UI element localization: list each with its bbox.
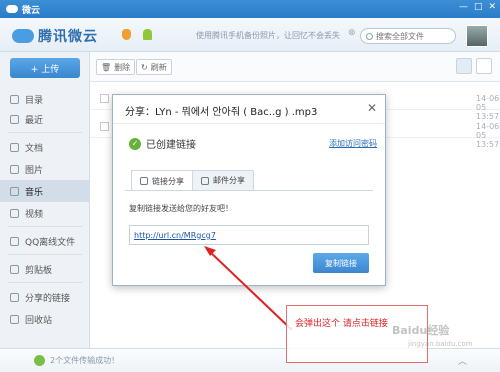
sidebar-item-recent[interactable]: 最近 xyxy=(0,108,90,130)
sidebar-item-documents[interactable]: 文档 xyxy=(0,136,90,158)
upload-button[interactable]: + 上传 xyxy=(10,58,80,78)
toolbar: 🗑 删除 ↻ 刷新 xyxy=(90,52,500,82)
watermark: Baidu经验 xyxy=(392,324,450,337)
sidebar-item-directory[interactable]: 目录 xyxy=(0,88,90,110)
instruction-text: 复制链接发送给您的好友吧！ xyxy=(129,204,233,213)
sidebar-item-video[interactable]: 视频 xyxy=(0,202,90,224)
clipboard-icon xyxy=(10,264,19,274)
minimize-button[interactable]: — xyxy=(459,2,468,12)
sidebar-item-shared-links[interactable]: 分享的链接 xyxy=(0,286,90,308)
maximize-button[interactable]: □ xyxy=(474,2,483,12)
share-link[interactable]: http://url.cn/MRgcg7 xyxy=(134,231,216,240)
recycle-bin-icon xyxy=(10,314,19,324)
apple-icon[interactable] xyxy=(122,29,131,40)
success-icon xyxy=(34,355,45,366)
link-icon xyxy=(140,177,148,185)
promo-close-icon[interactable]: ⊗ xyxy=(348,28,356,38)
collapse-icon[interactable]: ︿ xyxy=(458,354,467,367)
divider xyxy=(8,282,82,283)
qq-offline-icon xyxy=(10,236,19,246)
row-checkbox[interactable] xyxy=(100,94,109,103)
search-box[interactable] xyxy=(360,28,456,44)
share-link-icon xyxy=(10,292,19,302)
sidebar: + 上传 目录 最近 文档 图片 音乐 视频 QQ离线文件 剪贴板 分享的链接 … xyxy=(0,52,90,352)
add-password-link[interactable]: 添加访问密码 xyxy=(329,138,377,149)
video-icon xyxy=(10,208,19,218)
trash-icon: 🗑 xyxy=(101,62,112,72)
sidebar-item-qq-offline[interactable]: QQ离线文件 xyxy=(0,230,90,252)
clock-icon xyxy=(10,114,19,124)
link-share-panel: 复制链接发送给您的好友吧！ http://url.cn/MRgcg7 复制链接 xyxy=(125,190,373,282)
close-window-button[interactable]: ✕ xyxy=(488,2,496,12)
title-bar: 微云 — □ ✕ xyxy=(0,0,500,18)
directory-icon xyxy=(10,94,19,104)
dialog-title: 分享：LYn - 뭐에서 안아줘 ( Bac..g ) .mp3 xyxy=(125,107,318,118)
divider xyxy=(8,226,82,227)
document-icon xyxy=(10,142,19,152)
divider xyxy=(8,254,82,255)
status-message: 2个文件传输成功！ xyxy=(50,356,120,365)
logo-text: 腾讯微云 xyxy=(38,29,98,45)
logo: 腾讯微云 xyxy=(12,26,98,46)
watermark-url: jingyan.baidu.com xyxy=(408,340,473,348)
created-status: ✓ 已创建链接 xyxy=(129,136,196,151)
app-cloud-icon xyxy=(6,5,18,13)
row-checkbox[interactable] xyxy=(100,122,109,131)
divider xyxy=(8,132,82,133)
delete-button[interactable]: 🗑 删除 xyxy=(96,59,136,75)
tab-email-share[interactable]: 邮件分享 xyxy=(192,170,254,190)
check-icon: ✓ xyxy=(129,137,141,150)
annotation-text: 会弹出这个 请点击链接 xyxy=(295,319,388,329)
android-icon[interactable] xyxy=(143,29,152,40)
promo-text[interactable]: 使用腾讯手机备份照片，让回忆不会丢失 xyxy=(196,30,340,41)
image-icon xyxy=(10,164,19,174)
sidebar-item-clipboard[interactable]: 剪贴板 xyxy=(0,258,90,280)
refresh-icon: ↻ xyxy=(141,62,148,72)
share-dialog: 分享：LYn - 뭐에서 안아줘 ( Bac..g ) .mp3 ✕ ✓ 已创建… xyxy=(112,94,386,286)
refresh-button[interactable]: ↻ 刷新 xyxy=(136,59,172,75)
list-view-button[interactable] xyxy=(476,58,492,74)
window-title: 微云 xyxy=(22,5,41,16)
copy-link-button[interactable]: 复制链接 xyxy=(313,253,369,273)
avatar[interactable] xyxy=(466,25,488,47)
sidebar-item-recycle-bin[interactable]: 回收站 xyxy=(0,308,90,330)
tab-link-share[interactable]: 链接分享 xyxy=(131,170,193,191)
mail-icon xyxy=(201,176,209,185)
logo-cloud-icon xyxy=(12,29,34,43)
share-tabs: 链接分享 邮件分享 xyxy=(131,170,254,191)
timeline-view-button[interactable] xyxy=(456,58,472,74)
sidebar-item-music[interactable]: 音乐 xyxy=(0,180,90,202)
row-date: 14-06-05 13:57:28 xyxy=(476,122,500,149)
dialog-body: ✓ 已创建链接 添加访问密码 链接分享 邮件分享 复制链接发送给您的好友吧！ h… xyxy=(113,123,385,285)
music-icon xyxy=(10,186,19,196)
link-field[interactable]: http://url.cn/MRgcg7 xyxy=(129,225,369,245)
close-icon[interactable]: ✕ xyxy=(367,101,377,115)
header: 腾讯微云 使用腾讯手机备份照片，让回忆不会丢失 ⊗ xyxy=(0,18,500,52)
search-icon xyxy=(366,32,373,40)
search-input[interactable] xyxy=(376,31,446,41)
sidebar-item-images[interactable]: 图片 xyxy=(0,158,90,180)
